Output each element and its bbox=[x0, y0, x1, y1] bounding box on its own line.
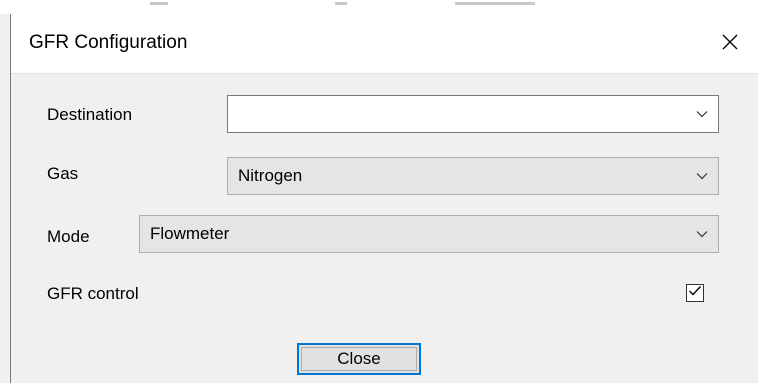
background-window-strip bbox=[0, 0, 758, 14]
chevron-down-icon bbox=[686, 96, 718, 132]
checkmark-icon bbox=[688, 284, 702, 302]
close-icon bbox=[722, 34, 738, 55]
close-window-button[interactable] bbox=[710, 24, 750, 64]
destination-dropdown[interactable] bbox=[227, 95, 719, 133]
mode-dropdown[interactable]: Flowmeter bbox=[139, 215, 719, 253]
chevron-down-icon bbox=[686, 216, 718, 252]
background-artifact bbox=[335, 2, 347, 5]
gfr-control-checkbox[interactable] bbox=[686, 284, 704, 302]
chevron-down-icon bbox=[686, 158, 718, 194]
gfr-configuration-dialog: GFR Configuration Destination Gas Nitrog… bbox=[10, 14, 758, 383]
gas-dropdown[interactable]: Nitrogen bbox=[227, 157, 719, 195]
close-button-label: Close bbox=[337, 349, 381, 368]
mode-label: Mode bbox=[47, 227, 90, 246]
mode-value: Flowmeter bbox=[150, 224, 230, 243]
gas-label: Gas bbox=[47, 164, 79, 183]
gfr-control-label: GFR control bbox=[47, 284, 139, 303]
destination-label: Destination bbox=[47, 105, 133, 124]
background-artifact bbox=[150, 2, 168, 5]
dialog-title: GFR Configuration bbox=[29, 32, 188, 53]
title-bar: GFR Configuration bbox=[11, 14, 758, 74]
close-button[interactable]: Close bbox=[297, 343, 421, 375]
background-artifact bbox=[455, 2, 535, 5]
gas-value: Nitrogen bbox=[238, 166, 303, 185]
